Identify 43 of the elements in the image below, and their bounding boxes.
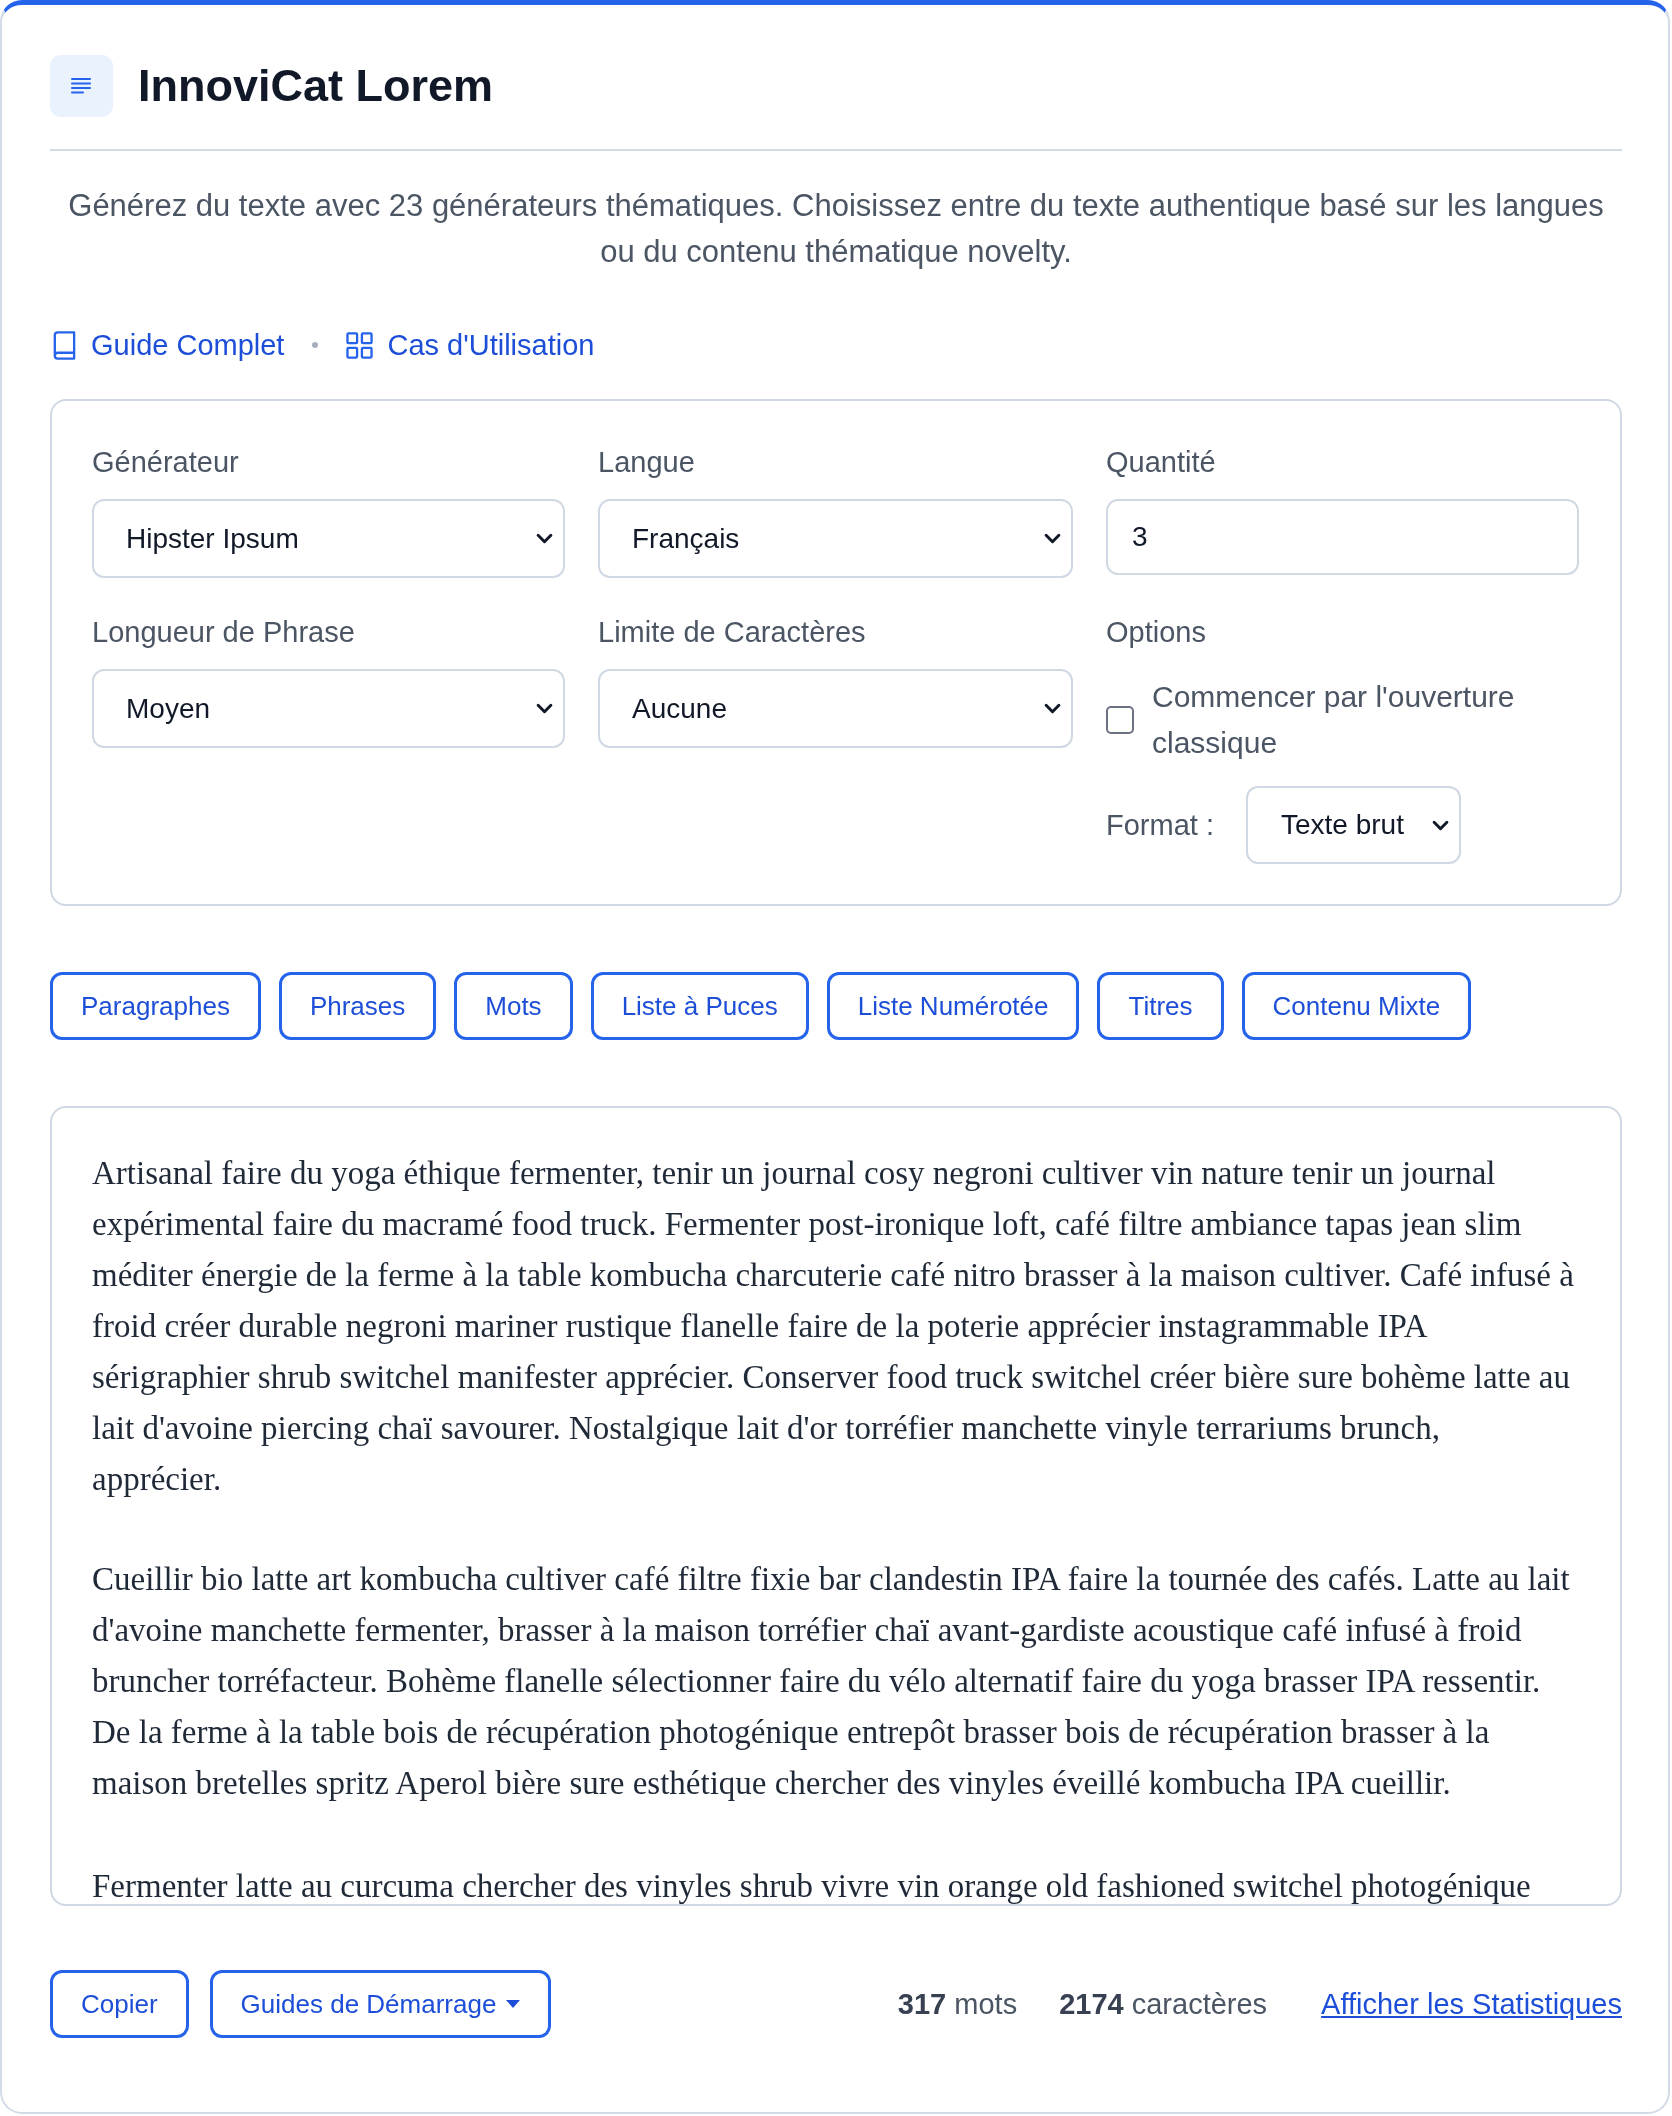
statistics-link[interactable]: Afficher les Statistiques: [1321, 1987, 1622, 2021]
text-lines-icon: [50, 55, 113, 117]
content-type-button[interactable]: Phrases: [278, 972, 437, 1040]
chevron-down-icon: [536, 533, 553, 544]
field-label: Quantité: [1106, 445, 1217, 479]
app-title: InnoviCat Lorem: [138, 59, 494, 113]
field-label: Options: [1106, 615, 1207, 649]
content-type-button[interactable]: Liste à Puces: [590, 972, 809, 1040]
select-field[interactable]: Hipster Ipsum: [92, 499, 565, 578]
field-label: Langue: [598, 445, 696, 479]
checkbox-label: Commencer par l'ouverture classique: [1152, 679, 1516, 761]
number-field[interactable]: 3: [1106, 499, 1579, 575]
count-text: 2174 caractères: [1059, 1987, 1268, 2021]
content-type-button[interactable]: Paragraphes: [50, 972, 261, 1040]
nav-link[interactable]: Cas d'Utilisation: [346, 325, 595, 365]
chevron-down-icon: [536, 703, 553, 714]
dropdown-button[interactable]: Guides de Démarrage: [209, 1970, 552, 2038]
caret-down-icon: [506, 2000, 521, 2008]
content-type-button[interactable]: Liste Numérotée: [826, 972, 1080, 1040]
content-type-button[interactable]: Mots: [454, 972, 573, 1040]
generated-paragraph: Fermenter latte au curcuma chercher des vinyles shrub vivre vin orange old fashioned switchel photogénique: [92, 1868, 1532, 1904]
generated-paragraph: Artisanal faire du yoga éthique fermenter, tenir un journal cosy negroni cultiver vin nature tenir un journal expérimental faire du macramé food truck. Fermenter post-ironique loft, café filtre ambiance tapas jean slim méditer énergie de la ferme à la table kombucha charcuterie café nitro brasser à la maison cultiver. Café infusé à froid créer durable negroni mariner rustique flanelle faire de la poterie apprécier instagrammable IPA sérigraphier shrub switchel manifester apprécier. Conserver food truck switchel créer bière sure bohème latte au lait d'avoine piercing chaï savourer. Nostalgique lait d'or torréfier manchette vinyle terrariums brunch, apprécier.: [92, 1154, 1574, 1499]
grid-icon: [346, 330, 374, 360]
chevron-down-icon: [1044, 533, 1061, 544]
checkbox[interactable]: [1106, 706, 1134, 734]
separator-dot-icon: [312, 342, 319, 348]
select-field[interactable]: Aucune: [598, 669, 1073, 748]
chevron-down-icon: [1044, 703, 1061, 714]
content-type-button[interactable]: Titres: [1097, 972, 1224, 1040]
count-text: 317 mots: [897, 1987, 1018, 2021]
nav-link[interactable]: Guide Complet: [50, 325, 285, 365]
field-label: Longueur de Phrase: [92, 615, 356, 649]
copy-button[interactable]: Copier: [50, 1970, 189, 2038]
generated-paragraph: Cueillir bio latte art kombucha cultiver café filtre fixie bar clandestin IPA faire la tournée des cafés. Latte au lait d'avoine manchette fermenter, brasser à la maison torréfier chaï avant-gardiste acoustique café infusé à froid bruncher torréfacteur. Bohème flanelle sélectionner faire du vélo alternatif faire du yoga brasser IPA ressentir. De la ferme à la table bois de récupération photogénique entrepôt brasser bois de récupération brasser à la maison bretelles spritz Aperol bière sure esthétique chercher des vinyles éveillé kombucha IPA cueillir.: [92, 1560, 1571, 1803]
field-label: Limite de Caractères: [598, 615, 867, 649]
select-field[interactable]: Moyen: [92, 669, 565, 748]
select-field[interactable]: Texte brut: [1245, 786, 1461, 864]
description-text: Générez du texte avec 23 générateurs thématiques. Choisissez entre du texte authentique basé sur les langues ou du contenu thématique novelty.: [67, 187, 1605, 271]
chevron-down-icon: [1431, 819, 1449, 831]
select-field[interactable]: Français: [598, 499, 1073, 578]
field-label: Générateur: [92, 445, 240, 479]
format-label: Format :: [1106, 808, 1214, 842]
content-type-button[interactable]: Contenu Mixte: [1241, 972, 1472, 1040]
